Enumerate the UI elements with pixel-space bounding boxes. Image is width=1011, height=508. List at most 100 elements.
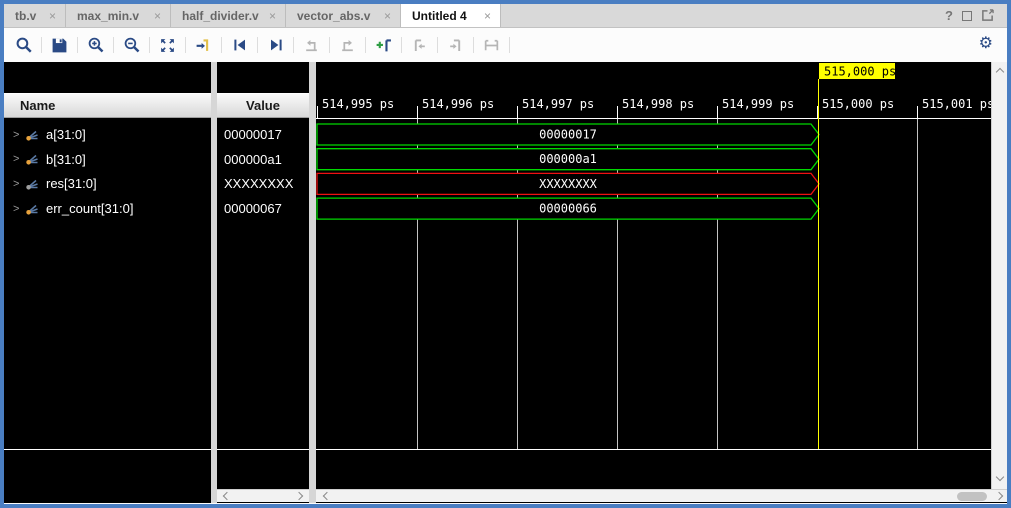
bus-signal-icon xyxy=(25,178,39,190)
signal-row[interactable]: > a[31:0] xyxy=(4,123,211,147)
scroll-right-icon[interactable] xyxy=(295,492,303,500)
fit-markers-icon xyxy=(483,37,500,54)
signal-row[interactable]: > res[31:0] xyxy=(4,172,211,196)
waveform-plot[interactable]: 514,995 ps514,996 ps514,997 ps514,998 ps… xyxy=(316,62,991,503)
shift-left-icon xyxy=(303,37,320,54)
vertical-scrollbar[interactable] xyxy=(991,62,1007,489)
wave-horizontal-scrollbar[interactable] xyxy=(316,489,1007,502)
zoom-fit-icon xyxy=(159,37,176,54)
previous-marker-icon xyxy=(411,37,428,54)
fit-markers-button[interactable] xyxy=(474,32,509,58)
signal-row[interactable]: > b[31:0] xyxy=(4,147,211,171)
wave-bus-value: 00000017 xyxy=(539,128,597,142)
signal-value[interactable]: 00000067 xyxy=(224,197,282,221)
maximize-icon[interactable] xyxy=(962,11,972,21)
shift-right-button[interactable] xyxy=(330,32,365,58)
zoom-in-button[interactable] xyxy=(78,32,113,58)
help-icon[interactable]: ? xyxy=(945,8,953,23)
signal-name-label: err_count[31:0] xyxy=(46,201,133,216)
go-to-time-button[interactable] xyxy=(186,32,221,58)
search-icon xyxy=(15,36,33,54)
wave-bus-value: 000000a1 xyxy=(539,152,597,166)
scroll-right-icon[interactable] xyxy=(995,492,1003,500)
tab-label: max_min.v xyxy=(77,9,139,23)
tab-vector-abs-v[interactable]: vector_abs.v × xyxy=(286,4,401,27)
time-axis-label: 515,001 ps xyxy=(922,97,991,111)
close-icon[interactable]: × xyxy=(154,9,161,23)
zoom-out-button[interactable] xyxy=(114,32,149,58)
signal-name-label: a[31:0] xyxy=(46,127,86,142)
scroll-left-icon[interactable] xyxy=(323,492,331,500)
signal-value[interactable]: 000000a1 xyxy=(224,147,282,171)
window-controls: ? xyxy=(945,4,1007,27)
next-marker-icon xyxy=(447,37,464,54)
add-marker-icon xyxy=(375,37,392,54)
scroll-up-icon[interactable] xyxy=(996,68,1004,76)
tab-max-min-v[interactable]: max_min.v × xyxy=(66,4,171,27)
signal-value[interactable]: 00000017 xyxy=(224,123,282,147)
time-axis-label: 514,998 ps xyxy=(622,97,694,111)
zoom-out-icon xyxy=(123,36,141,54)
signal-row[interactable]: > err_count[31:0] xyxy=(4,197,211,221)
tab-label: vector_abs.v xyxy=(297,9,370,23)
panel-splitter[interactable] xyxy=(309,62,316,503)
expand-chevron-icon[interactable]: > xyxy=(13,178,25,190)
tab-half-divider-v[interactable]: half_divider.v × xyxy=(171,4,286,27)
go-to-time-icon xyxy=(195,37,212,54)
zoom-in-icon xyxy=(87,36,105,54)
time-axis-label: 514,997 ps xyxy=(522,97,594,111)
signal-name-label: b[31:0] xyxy=(46,152,86,167)
panel-separator-line xyxy=(217,449,309,450)
wave-bus-value: 00000066 xyxy=(539,202,597,216)
expand-chevron-icon[interactable]: > xyxy=(13,129,25,141)
scroll-down-icon[interactable] xyxy=(996,473,1004,481)
time-axis-label: 514,996 ps xyxy=(422,97,494,111)
tab-label: Untitled 4 xyxy=(412,9,467,23)
previous-transition-icon xyxy=(232,37,248,53)
panel-separator-line xyxy=(4,449,211,450)
signal-name-panel: Name > a[31:0] > b[31:0] > res[31:0] > err_coun… xyxy=(4,62,211,503)
bus-signal-icon xyxy=(25,129,39,141)
shift-right-icon xyxy=(339,37,356,54)
scroll-left-icon[interactable] xyxy=(223,492,231,500)
shift-left-button[interactable] xyxy=(294,32,329,58)
time-axis-label: 515,000 ps xyxy=(822,97,894,111)
value-horizontal-scrollbar[interactable] xyxy=(217,489,309,502)
previous-marker-button[interactable] xyxy=(402,32,437,58)
simulation-window: tb.v × max_min.v × half_divider.v × vect… xyxy=(0,0,1011,508)
tab-label: half_divider.v xyxy=(182,9,259,23)
zoom-fit-button[interactable] xyxy=(150,32,185,58)
save-icon xyxy=(51,37,68,54)
tab-label: tb.v xyxy=(15,9,36,23)
signal-name-label: res[31:0] xyxy=(46,176,97,191)
wave-bus-value: XXXXXXXX xyxy=(539,177,598,191)
save-button[interactable] xyxy=(42,32,77,58)
scrollbar-thumb[interactable] xyxy=(957,492,987,501)
bus-signal-icon xyxy=(25,203,39,215)
name-column-header[interactable]: Name xyxy=(4,93,211,118)
search-button[interactable] xyxy=(6,32,41,58)
expand-chevron-icon[interactable]: > xyxy=(13,203,25,215)
waveform-canvas[interactable]: 514,995 ps514,996 ps514,997 ps514,998 ps… xyxy=(316,62,991,503)
next-transition-button[interactable] xyxy=(258,32,293,58)
previous-transition-button[interactable] xyxy=(222,32,257,58)
next-transition-icon xyxy=(268,37,284,53)
close-icon[interactable]: × xyxy=(484,9,491,23)
settings-gear-icon[interactable]: ⚙ xyxy=(979,36,993,52)
close-icon[interactable]: × xyxy=(49,9,56,23)
add-marker-button[interactable] xyxy=(366,32,401,58)
bus-signal-icon xyxy=(25,153,39,165)
close-icon[interactable]: × xyxy=(384,9,391,23)
editor-tab-bar: tb.v × max_min.v × half_divider.v × vect… xyxy=(4,4,1007,28)
next-marker-button[interactable] xyxy=(438,32,473,58)
signal-value[interactable]: XXXXXXXX xyxy=(224,172,293,196)
float-window-icon[interactable] xyxy=(981,9,994,22)
tab-untitled-4[interactable]: Untitled 4 × xyxy=(401,4,501,27)
value-column-header[interactable]: Value xyxy=(217,93,309,118)
expand-chevron-icon[interactable]: > xyxy=(13,153,25,165)
waveform-viewer: Name > a[31:0] > b[31:0] > res[31:0] > err_coun… xyxy=(4,62,1007,503)
tab-tb-v[interactable]: tb.v × xyxy=(4,4,66,27)
close-icon[interactable]: × xyxy=(269,9,276,23)
time-axis-label: 514,999 ps xyxy=(722,97,794,111)
cursor-time-label: 515,000 ps xyxy=(824,65,896,79)
